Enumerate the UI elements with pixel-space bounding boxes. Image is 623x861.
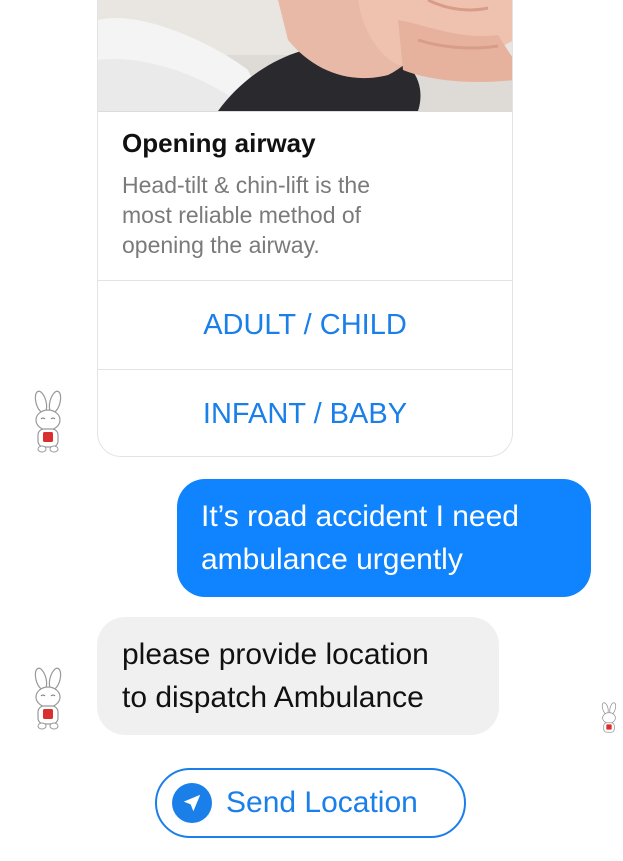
bunny-bot-icon-graphic <box>34 667 62 730</box>
bunny-bot-icon[interactable] <box>28 667 68 731</box>
outgoing-message: It’s road accident I need ambulance urge… <box>177 479 591 597</box>
bunny-bot-icon[interactable] <box>28 390 68 454</box>
incoming-message: please provide location to dispatch Ambu… <box>97 617 499 735</box>
location-arrow-glyph <box>183 794 201 812</box>
card-subtitle-line: opening the airway. <box>122 232 320 258</box>
bunny-bot-icon-graphic <box>34 390 62 453</box>
outgoing-message-line: ambulance urgently <box>201 543 463 576</box>
send-location-button[interactable]: Send Location <box>155 768 466 838</box>
message-card: Opening airway Head-tilt & chin-lift is … <box>97 0 513 457</box>
bunny-seen-icon-graphic <box>601 702 617 733</box>
send-location-label: Send Location <box>226 786 418 819</box>
incoming-message-line: please provide location <box>122 638 429 671</box>
card-text: Opening airway Head-tilt & chin-lift is … <box>122 126 492 260</box>
card-subtitle-line: Head-tilt & chin-lift is the <box>122 172 370 198</box>
incoming-message-line: to dispatch Ambulance <box>122 681 424 714</box>
card-title: Opening airway <box>122 128 316 158</box>
infant-baby-button[interactable]: INFANT / BABY <box>98 369 512 456</box>
airway-photo <box>98 0 512 112</box>
card-subtitle: Head-tilt & chin-lift is the most reliab… <box>122 170 492 260</box>
location-arrow-icon <box>172 783 212 823</box>
airway-photo-illustration <box>98 0 512 111</box>
bunny-seen-icon <box>597 702 621 736</box>
outgoing-message-line: It’s road accident I need <box>201 500 519 533</box>
card-subtitle-line: most reliable method of <box>122 202 362 228</box>
adult-child-button[interactable]: ADULT / CHILD <box>98 280 512 369</box>
